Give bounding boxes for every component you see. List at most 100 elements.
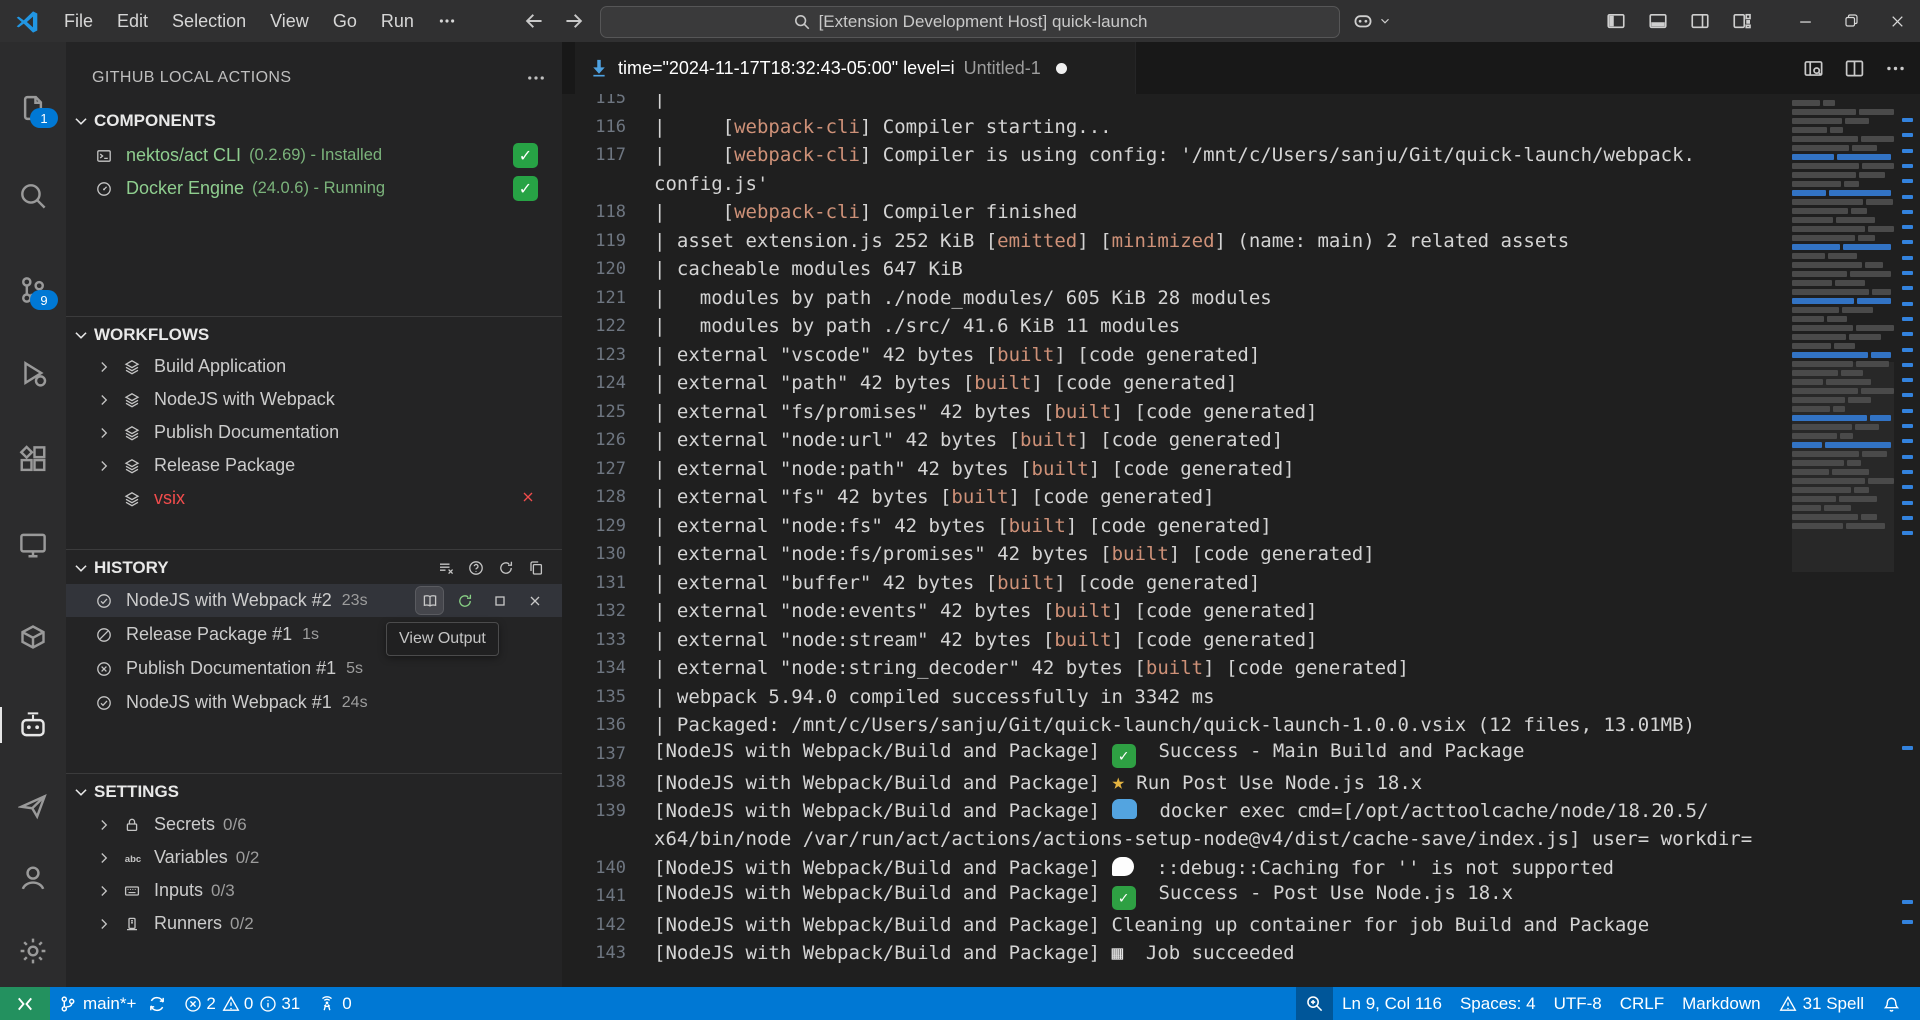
editor-content[interactable]: 115|116| [webpack-cli] Compiler starting…: [562, 94, 1920, 987]
ruler-mark: [1902, 470, 1913, 474]
workflows-section-header[interactable]: WORKFLOWS: [72, 320, 562, 350]
component-item[interactable]: Docker Engine(24.0.6) - Running✓: [66, 172, 562, 205]
close-icon[interactable]: [1874, 0, 1920, 42]
open-preview-icon[interactable]: [1803, 58, 1824, 79]
menu-run[interactable]: Run: [369, 6, 426, 37]
help-icon[interactable]: [468, 560, 484, 576]
split-editor-icon[interactable]: [1844, 58, 1865, 79]
copy-output-icon[interactable]: [528, 560, 544, 576]
indentation-item[interactable]: Spaces: 4: [1451, 987, 1545, 1020]
customize-layout-icon[interactable]: [1732, 11, 1752, 31]
settings-section-header[interactable]: SETTINGS: [72, 777, 562, 807]
editor-line: 133| external "node:stream" 42 bytes [bu…: [562, 626, 1790, 655]
settings-item[interactable]: Runners0/2: [66, 907, 562, 940]
minimize-icon[interactable]: [1782, 0, 1828, 42]
line-number: 131: [562, 573, 654, 593]
command-center-search[interactable]: [Extension Development Host] quick-launc…: [600, 6, 1340, 38]
minimap-line: [1792, 496, 1894, 502]
history-section-header[interactable]: HISTORY: [72, 553, 562, 583]
remove-workflow-icon[interactable]: [520, 489, 536, 505]
checked-checkbox-icon[interactable]: ✓: [513, 143, 538, 168]
activity-run-debug-icon[interactable]: [0, 349, 66, 397]
activity-github-actions-icon[interactable]: [0, 782, 66, 830]
zoom-status-item[interactable]: [1296, 987, 1333, 1020]
line-text: |: [654, 94, 665, 109]
cursor-position-item[interactable]: Ln 9, Col 116: [1333, 987, 1451, 1020]
arrow-down-icon: [589, 58, 609, 78]
activity-settings-gear-icon[interactable]: [0, 927, 66, 975]
history-item[interactable]: Publish Documentation #15s: [66, 652, 562, 685]
line-number: 134: [562, 658, 654, 678]
ruler-mark: [1902, 133, 1913, 137]
menu-selection[interactable]: Selection: [160, 6, 258, 37]
restart-icon[interactable]: [451, 587, 478, 614]
workflow-item[interactable]: Release Package: [66, 449, 562, 482]
remote-indicator[interactable]: [0, 987, 50, 1020]
activity-search-icon[interactable]: [0, 172, 66, 220]
ports-status-item[interactable]: 0: [309, 987, 360, 1020]
language-mode-item[interactable]: Markdown: [1673, 987, 1769, 1020]
token: webpack-cli: [734, 201, 860, 223]
view-output-icon[interactable]: [416, 587, 443, 614]
minimap-line: [1792, 172, 1894, 178]
line-text: | [webpack-cli] Compiler is using config…: [654, 144, 1695, 166]
toggle-secondary-sidebar-icon[interactable]: [1690, 11, 1710, 31]
remove-icon[interactable]: [521, 587, 548, 614]
clear-history-icon[interactable]: [438, 560, 454, 576]
modified-dot-icon[interactable]: [1056, 63, 1067, 74]
refresh-icon[interactable]: [498, 560, 514, 576]
token: built: [951, 486, 1008, 508]
menu-more-icon[interactable]: [426, 7, 468, 35]
stop-icon[interactable]: [486, 587, 513, 614]
sidebar-more-actions-icon[interactable]: [526, 68, 546, 88]
more-actions-icon[interactable]: [1885, 58, 1906, 79]
activity-source-control-icon[interactable]: 9: [0, 266, 66, 314]
go-forward-icon[interactable]: [563, 10, 585, 32]
tab-untitled-1[interactable]: time="2024-11-17T18:32:43-05:00" level=i…: [575, 42, 1136, 94]
notifications-bell-icon[interactable]: [1873, 987, 1910, 1020]
spell-checker-item[interactable]: 31 Spell: [1770, 987, 1873, 1020]
overview-ruler[interactable]: [1894, 94, 1920, 987]
line-number: 126: [562, 430, 654, 450]
ruler-mark: [1902, 746, 1913, 750]
history-item[interactable]: NodeJS with Webpack #124s: [66, 686, 562, 719]
workflow-item[interactable]: vsix: [66, 482, 562, 515]
component-item[interactable]: nektos/act CLI(0.2.69) - Installed✓: [66, 139, 562, 172]
token: built: [1146, 657, 1203, 679]
workflow-item[interactable]: Publish Documentation: [66, 416, 562, 449]
maximize-icon[interactable]: [1828, 0, 1874, 42]
toggle-panel-icon[interactable]: [1648, 11, 1668, 31]
minimap-line: [1792, 226, 1894, 232]
minimap[interactable]: [1792, 100, 1894, 532]
activity-remote-explorer-icon[interactable]: [0, 521, 66, 569]
copilot-menu[interactable]: [1352, 7, 1392, 35]
problems-status-item[interactable]: 2 0 31: [175, 987, 309, 1020]
activity-containers-icon[interactable]: [0, 613, 66, 661]
remote-explorer-icon: [18, 530, 48, 560]
settings-item[interactable]: Secrets0/6: [66, 808, 562, 841]
workflow-item[interactable]: NodeJS with Webpack: [66, 383, 562, 416]
branch-status-item[interactable]: main*+: [50, 987, 175, 1020]
eol-item[interactable]: CRLF: [1611, 987, 1673, 1020]
activity-account-icon[interactable]: [0, 854, 66, 902]
activity-explorer-icon[interactable]: 1: [0, 84, 66, 132]
line-text: | [webpack-cli] Compiler finished: [654, 201, 1077, 223]
editor-line: 115|: [562, 94, 1790, 113]
menu-edit[interactable]: Edit: [105, 6, 160, 37]
activity-github-local-actions-icon[interactable]: [0, 701, 66, 749]
menu-go[interactable]: Go: [321, 6, 369, 37]
settings-item[interactable]: abcVariables0/2: [66, 841, 562, 874]
checked-checkbox-icon[interactable]: ✓: [513, 176, 538, 201]
go-back-icon[interactable]: [523, 10, 545, 32]
ruler-mark: [1902, 409, 1913, 413]
line-text: | webpack 5.94.0 compiled successfully i…: [654, 686, 1215, 708]
components-section-header[interactable]: COMPONENTS: [72, 106, 562, 136]
workflow-item[interactable]: Build Application: [66, 350, 562, 383]
menu-file[interactable]: File: [52, 6, 105, 37]
history-item[interactable]: NodeJS with Webpack #223s: [66, 584, 562, 617]
toggle-primary-sidebar-icon[interactable]: [1606, 11, 1626, 31]
encoding-item[interactable]: UTF-8: [1545, 987, 1611, 1020]
settings-item[interactable]: Inputs0/3: [66, 874, 562, 907]
menu-view[interactable]: View: [258, 6, 321, 37]
activity-extensions-icon[interactable]: [0, 435, 66, 483]
